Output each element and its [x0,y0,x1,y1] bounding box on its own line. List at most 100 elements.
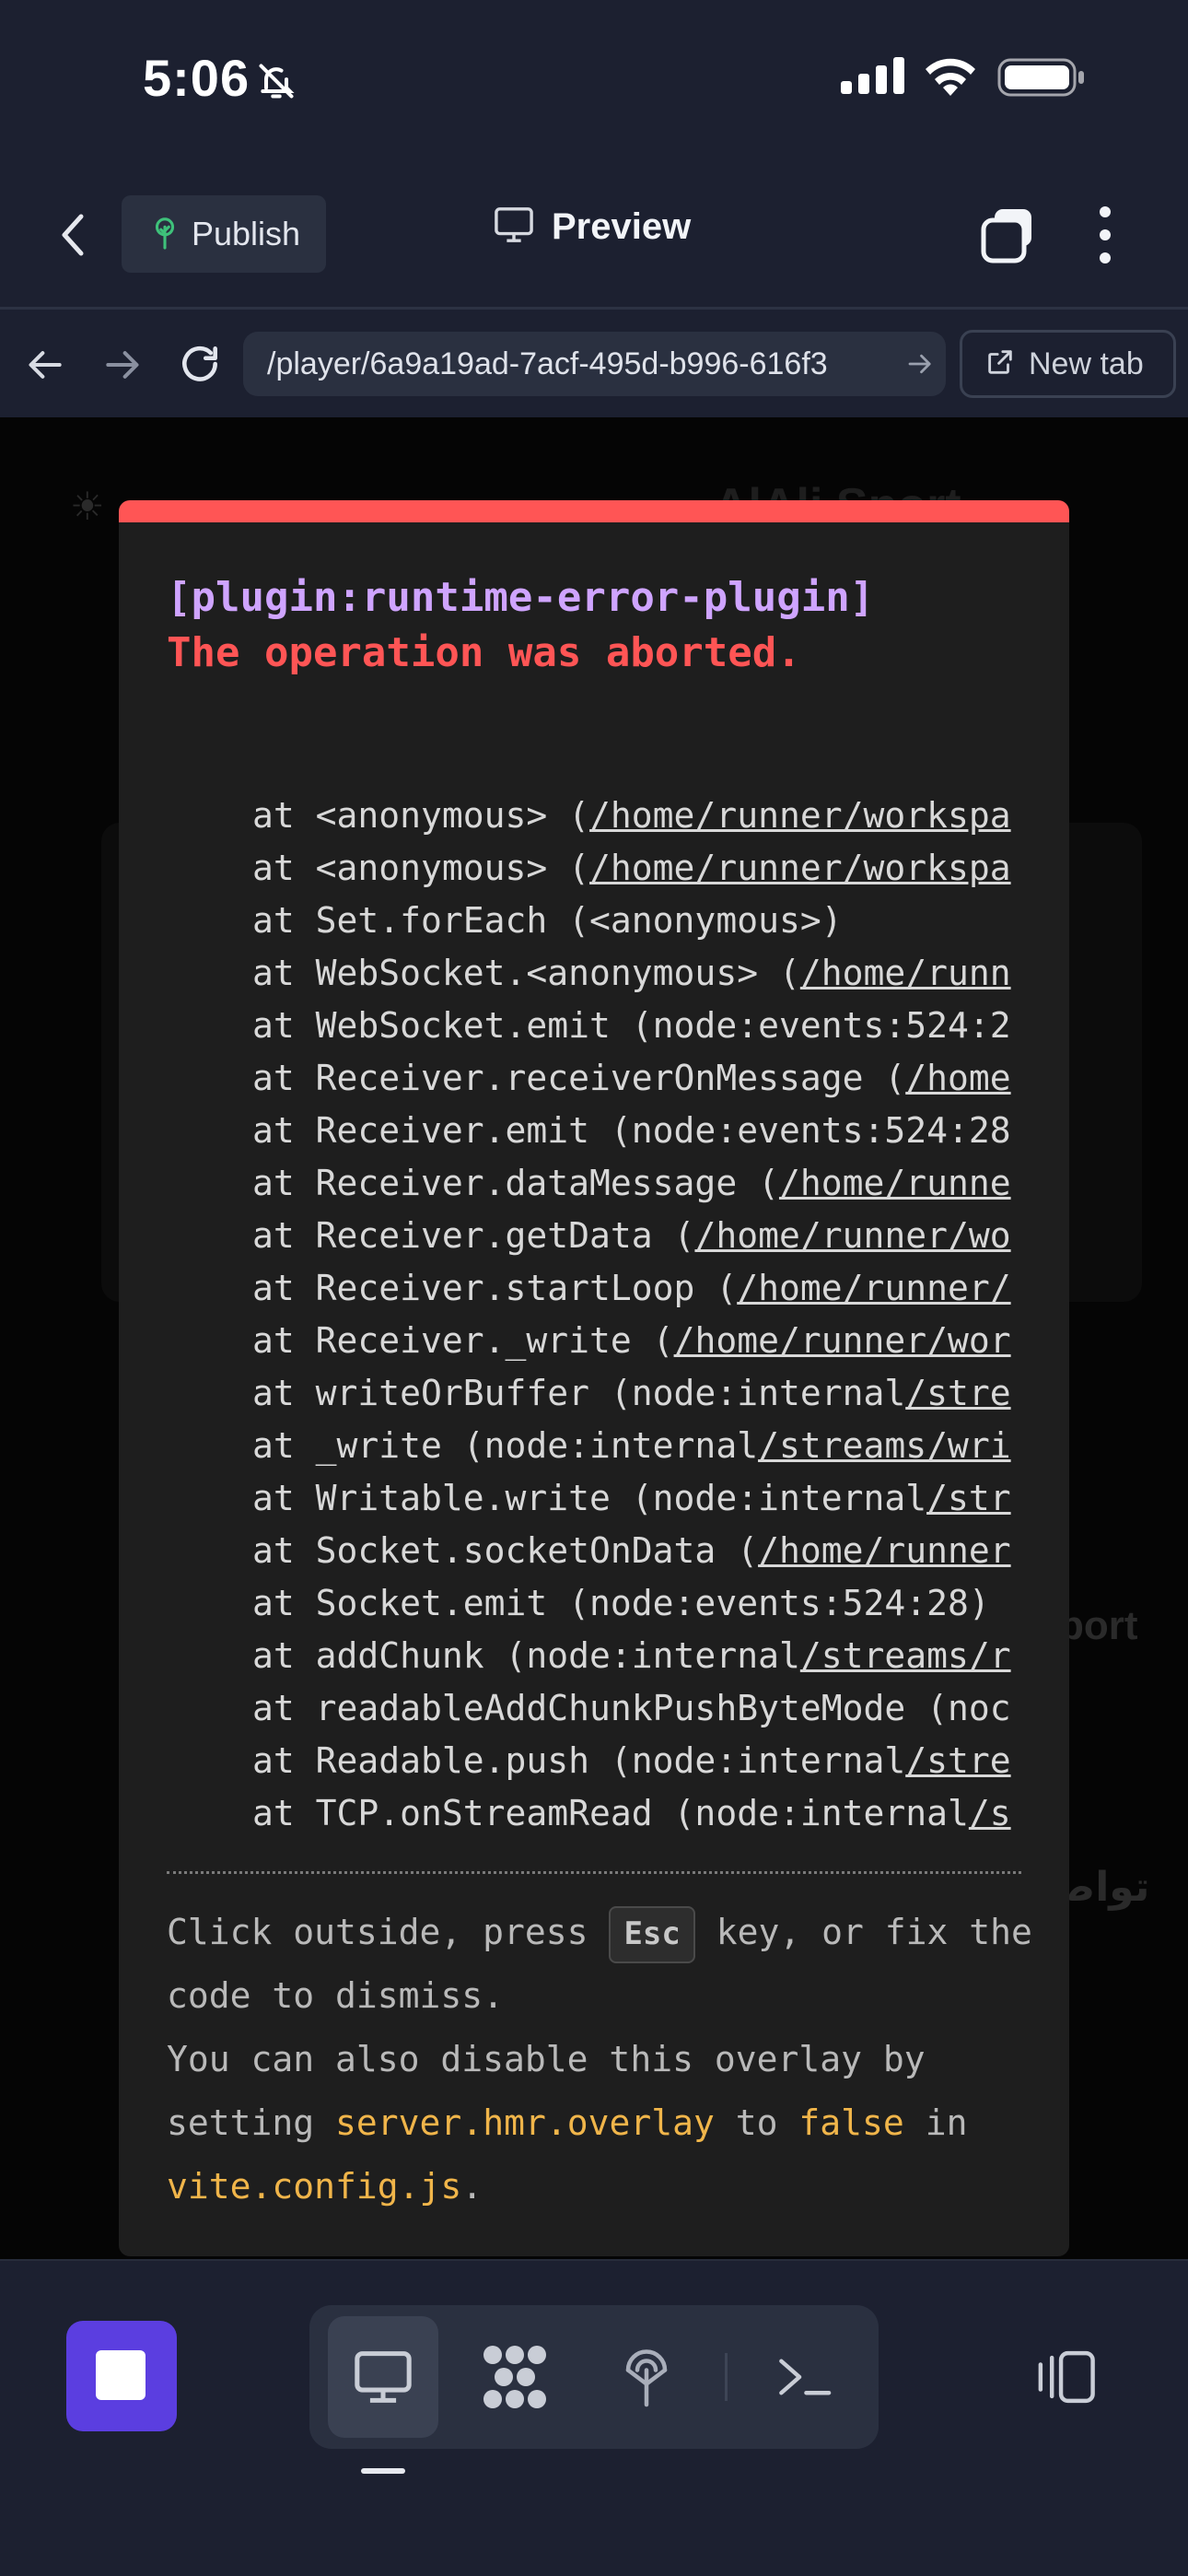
tip-text-4: to [735,2102,778,2143]
stack-line-text: at <anonymous> ( [252,795,590,836]
tip-code-overlay-setting: server.hmr.overlay [335,2102,715,2143]
stack-line-text: at addChunk (node:internal [252,1635,800,1676]
error-overlay[interactable]: [plugin:runtime-error-plugin] The operat… [119,500,1069,2256]
background-snippet: port [1059,1603,1138,1648]
stack-line: at Writable.write (node:internal/str [252,1472,1024,1525]
stack-line-path[interactable]: /home/runn [800,953,1011,993]
tabs-button[interactable] [978,205,1037,264]
grid-icon [483,2346,546,2408]
stack-line-text: at TCP.onStreamRead (node:internal [252,1793,969,1833]
bottom-toolbar [0,2259,1188,2576]
url-text: /player/6a9a19ad-7acf-495d-b996-616f3 [267,345,828,381]
reload-button[interactable] [177,341,223,392]
url-input[interactable]: /player/6a9a19ad-7acf-495d-b996-616f3 [243,332,946,396]
external-link-icon [984,346,1016,382]
tip-code-false: false [798,2102,904,2143]
stack-line: at readableAddChunkPushByteMode (noc [252,1682,1024,1735]
terminal-icon [779,2359,832,2395]
app-header: Publish Preview [0,161,1188,307]
stack-line-path[interactable]: /streams/wri [758,1425,1011,1466]
stack-line-path[interactable]: /home/runne [779,1163,1011,1203]
publish-label: Publish [192,215,301,252]
stack-line: at Receiver.dataMessage (/home/runne [252,1157,1024,1210]
stack-line-text: at Receiver.dataMessage ( [252,1163,779,1203]
new-tab-label: New tab [1029,345,1144,381]
reload-icon [182,345,217,381]
tree-icon [149,215,181,254]
tip-code-config-file: vite.config.js [167,2166,462,2207]
stack-line: at <anonymous> (/home/runner/workspa [252,790,1024,842]
stack-line: at Socket.socketOnData (/home/runner [252,1525,1024,1577]
stack-line: at TCP.onStreamRead (node:internal/s [252,1787,1024,1840]
stack-line: at Readable.push (node:internal/stre [252,1735,1024,1787]
stack-line: at Set.forEach (<anonymous>) [252,895,1024,947]
stack-line-path[interactable]: /home/runner/wor [674,1320,1011,1361]
stack-line-text: at Receiver.receiverOnMessage ( [252,1058,906,1098]
tool-apps[interactable] [460,2316,570,2438]
nav-back-button[interactable] [26,345,66,390]
stack-line: at WebSocket.<anonymous> (/home/runn [252,947,1024,1000]
bell-off-icon [256,61,297,106]
url-toolbar: /player/6a9a19ad-7acf-495d-b996-616f3 Ne… [0,307,1188,417]
tool-preview[interactable] [328,2316,438,2438]
stack-line-text: at Socket.socketOnData ( [252,1530,759,1571]
stack-line: at Receiver.getData (/home/runner/wo [252,1210,1024,1262]
nav-forward-button[interactable] [101,345,142,390]
stack-line-path[interactable]: /home/runner/workspa [589,795,1011,836]
stack-line-path[interactable]: /stre [905,1373,1010,1413]
esc-key: Esc [609,1905,695,1963]
stack-line: at Receiver.emit (node:events:524:28 [252,1105,1024,1157]
stack-line-path[interactable]: /streams/r [800,1635,1011,1676]
stack-line-path[interactable]: /s [969,1793,1011,1833]
stack-line-text: at _write (node:internal [252,1425,759,1466]
status-time: 5:06 [143,49,250,107]
tool-switcher [309,2305,879,2449]
stack-line-path[interactable]: /home/runner/workspa [589,848,1011,888]
stack-line-text: at Socket.emit (node:events:524:28) [252,1583,990,1623]
tool-terminal[interactable] [749,2316,859,2438]
error-plugin-name: [plugin:runtime-error-plugin] [167,574,875,621]
stack-line-text: at Writable.write (node:internal [252,1478,927,1518]
panel-icon [1038,2350,1095,2404]
stack-line-path[interactable]: /stre [905,1740,1010,1781]
tip-text-1: Click outside, press [167,1912,588,1952]
stack-line-path[interactable]: /home [905,1058,1010,1098]
more-menu-button[interactable] [1087,203,1124,267]
stack-line-text: at writeOrBuffer (node:internal [252,1373,906,1413]
status-bar: 5:06 [0,0,1188,161]
stack-line: at Receiver.startLoop (/home/runner/ [252,1262,1024,1315]
stack-line-text: at Readable.push (node:internal [252,1740,906,1781]
stack-line: at _write (node:internal/streams/wri [252,1420,1024,1472]
new-tab-button[interactable]: New tab [960,330,1176,398]
stack-line-text: at Set.forEach (<anonymous>) [252,900,843,941]
panel-toggle-button[interactable] [1031,2348,1100,2410]
arrow-left-icon [29,351,62,379]
monitor-icon [355,2351,412,2403]
preview-title: Preview [493,205,691,249]
stack-line: at Receiver._write (/home/runner/wor [252,1315,1024,1367]
battery-icon [997,58,1086,101]
back-button[interactable] [55,207,101,263]
stack-line-path[interactable]: /home/runner/wo [694,1215,1010,1256]
stack-line-path[interactable]: /home/runner/ [737,1268,1010,1308]
publish-button[interactable]: Publish [122,195,326,273]
stack-line-text: at WebSocket.<anonymous> ( [252,953,800,993]
tip-text-5: in [925,2102,968,2143]
arrow-right-icon [106,351,139,379]
url-go-icon[interactable] [905,350,933,382]
overlay-tip: Click outside, press Esc key, or fix the… [167,1901,1032,2219]
stack-line: at addChunk (node:internal/streams/r [252,1630,1024,1682]
stack-line-path[interactable]: /home/runner [758,1530,1011,1571]
chevron-left-icon [62,214,84,256]
stop-button[interactable] [66,2321,177,2431]
stack-line-path[interactable]: /str [926,1478,1011,1518]
stack-line: at WebSocket.emit (node:events:524:2 [252,1000,1024,1052]
active-tool-indicator [361,2468,405,2474]
error-message: The operation was aborted. [167,629,801,676]
antenna-icon [625,2349,668,2407]
stack-line: at Socket.emit (node:events:524:28) [252,1577,1024,1630]
tool-deploy[interactable] [591,2316,702,2438]
kebab-icon [1100,206,1111,263]
overlay-divider [167,1871,1021,1874]
stack-line-text: at readableAddChunkPushByteMode (noc [252,1688,1011,1728]
